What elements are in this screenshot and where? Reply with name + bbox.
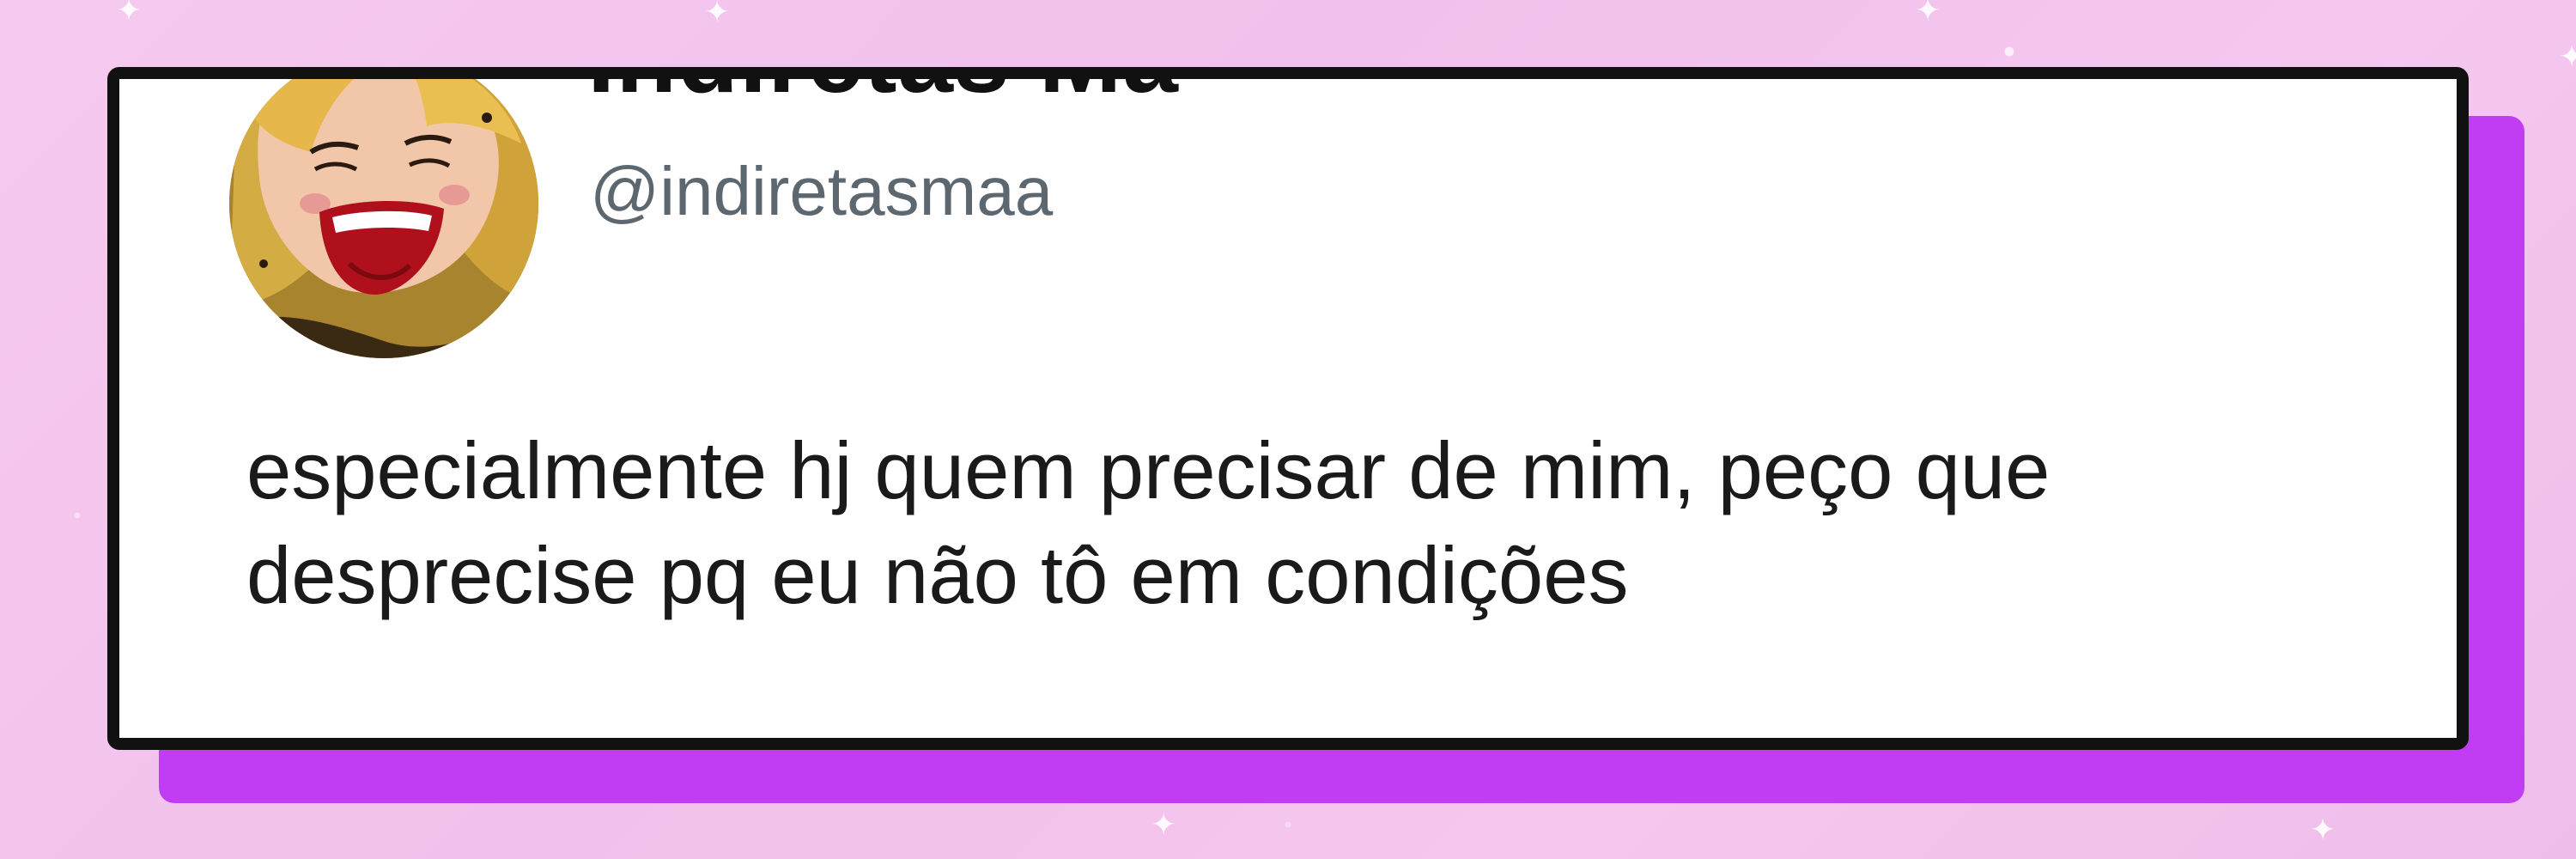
sparkle-icon: ✦ [1915, 0, 1941, 27]
sparkle-icon: ✦ [1151, 807, 1177, 842]
tweet-card[interactable]: Indiretas Ma @indiretasmaa especialmente… [107, 67, 2469, 750]
sparkle-icon: ✦ [704, 0, 731, 29]
sparkle-icon: ✦ [2310, 812, 2336, 847]
tweet-text: especialmente hj quem precisar de mim, p… [246, 425, 2050, 621]
display-name[interactable]: Indiretas Ma [587, 79, 1179, 115]
avatar[interactable] [229, 79, 538, 358]
handle[interactable]: @indiretasmaa [590, 152, 1053, 231]
cartoon-face-avatar-icon [229, 79, 538, 358]
sparkle-icon: ✦ [116, 0, 143, 27]
sparkle-icon: ✦ [2559, 39, 2576, 74]
